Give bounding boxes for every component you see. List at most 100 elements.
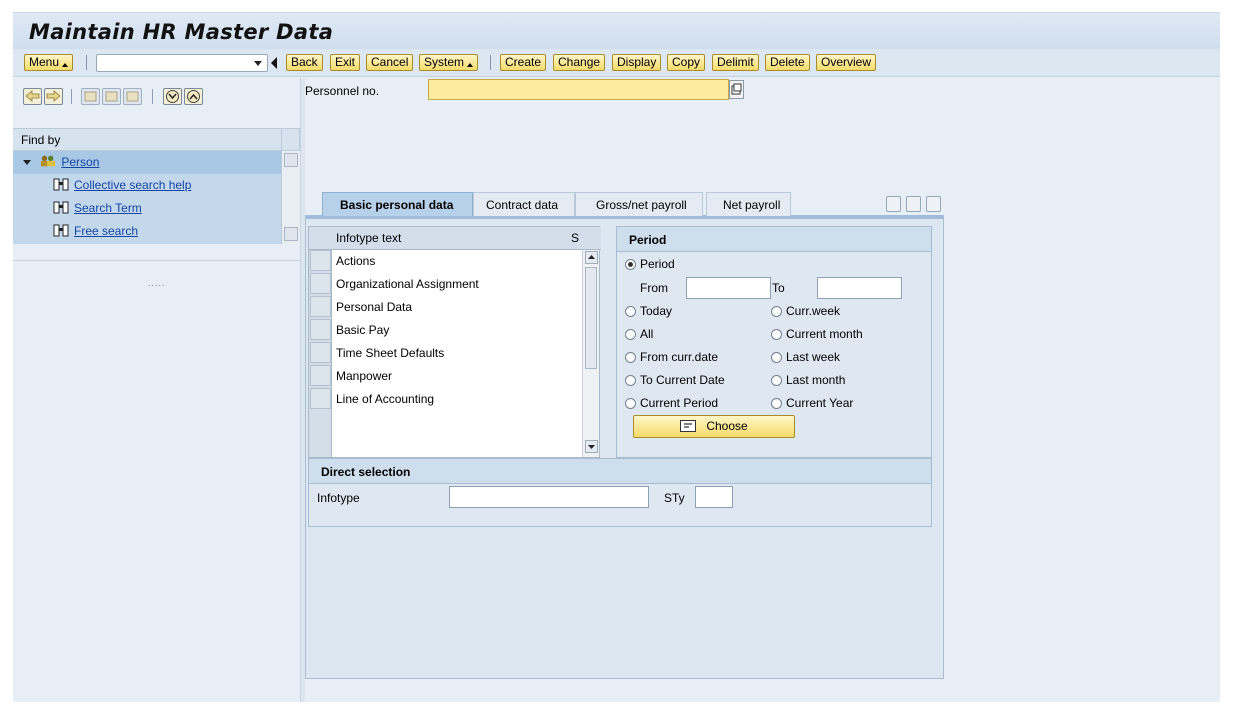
tree-label-free-search[interactable]: Free search (74, 224, 138, 238)
forward-arrow-icon[interactable] (44, 88, 63, 105)
scroll-up-icon[interactable] (585, 251, 598, 264)
tree-label-person[interactable]: Person (61, 155, 99, 169)
application-toolbar: Menu Back Exit Cancel System Create Chan… (13, 49, 1220, 77)
to-label: To (772, 281, 785, 295)
tab-gross-net-payroll[interactable]: Gross/net payroll (575, 192, 703, 216)
radio-last-week[interactable]: Last week (771, 348, 840, 366)
tree-item-collective-search[interactable]: Collective search help (53, 174, 191, 197)
radio-label: All (640, 327, 654, 341)
create-button[interactable]: Create (500, 54, 547, 71)
separator (152, 89, 153, 104)
tree-label-collective-search[interactable]: Collective search help (74, 178, 191, 192)
node-detail-icon[interactable] (123, 88, 142, 105)
radio-label: Last month (786, 373, 846, 387)
collapse-node-icon[interactable] (102, 88, 121, 105)
splitter-handle[interactable]: ..... (148, 278, 166, 288)
tree-label-search-term[interactable]: Search Term (74, 201, 142, 215)
radio-current-month[interactable]: Current month (771, 325, 863, 343)
table-row[interactable]: Organizational Assignment (336, 273, 479, 296)
row-selector[interactable] (310, 365, 331, 386)
radio-current-year[interactable]: Current Year (771, 394, 853, 412)
tab-basic-personal-data[interactable]: Basic personal data (322, 192, 473, 216)
radio-curr-week[interactable]: Curr.week (771, 302, 840, 320)
person-icon (41, 155, 56, 167)
back-button[interactable]: Back (286, 54, 323, 71)
exit-button[interactable]: Exit (330, 54, 361, 71)
table-row[interactable]: Line of Accounting (336, 388, 434, 411)
to-date-field[interactable] (817, 277, 902, 299)
overview-button[interactable]: Overview (816, 54, 877, 71)
row-selector[interactable] (310, 342, 331, 363)
radio-label: Curr.week (786, 304, 841, 318)
choose-button[interactable]: Choose (633, 415, 795, 438)
column-infotype-text[interactable]: Infotype text (336, 231, 401, 245)
system-label: System (424, 55, 465, 69)
radio-label: Period (640, 257, 675, 271)
system-arrow-icon (467, 63, 474, 67)
radio-to-current-date[interactable]: To Current Date (625, 371, 725, 389)
binoculars-icon (53, 224, 69, 237)
radio-today[interactable]: Today (625, 302, 672, 320)
period-group: Period Period From To Today All From cur… (616, 226, 932, 458)
row-selector-column (309, 250, 332, 457)
radio-period[interactable]: Period (625, 255, 675, 273)
row-selector[interactable] (310, 319, 331, 340)
radio-from-curr-date[interactable]: From curr.date (625, 348, 718, 366)
from-label: From (640, 281, 668, 295)
collapse-arrow-icon[interactable] (271, 57, 277, 69)
row-selector[interactable] (310, 273, 331, 294)
tab-net-payroll[interactable]: Net payroll (706, 192, 791, 216)
delimit-button[interactable]: Delimit (712, 54, 759, 71)
system-button[interactable]: System (419, 54, 479, 71)
scroll-up-icon[interactable] (284, 153, 298, 167)
from-date-field[interactable] (686, 277, 771, 299)
separator (71, 89, 72, 104)
table-row[interactable]: Actions (336, 250, 375, 273)
copy-button[interactable]: Copy (667, 54, 706, 71)
row-selector[interactable] (310, 250, 331, 271)
table-row[interactable]: Time Sheet Defaults (336, 342, 444, 365)
tab-list-icon[interactable] (926, 196, 941, 212)
delete-button[interactable]: Delete (765, 54, 810, 71)
expand-all-icon[interactable] (163, 88, 182, 105)
table-scrollbar[interactable] (582, 250, 599, 457)
collapse-all-icon[interactable] (184, 88, 203, 105)
back-arrow-icon[interactable] (23, 88, 42, 105)
table-row[interactable]: Personal Data (336, 296, 412, 319)
scroll-down-icon[interactable] (284, 227, 298, 241)
cancel-button[interactable]: Cancel (366, 54, 414, 71)
tab-last-icon[interactable] (906, 196, 921, 212)
menu-button[interactable]: Menu (24, 54, 74, 71)
direct-selection-header: Direct selection (309, 459, 931, 484)
scroll-thumb[interactable] (585, 267, 597, 369)
choose-label: Choose (706, 419, 748, 433)
display-button[interactable]: Display (612, 54, 662, 71)
table-row[interactable]: Basic Pay (336, 319, 389, 342)
infotype-input[interactable] (449, 486, 649, 508)
radio-all[interactable]: All (625, 325, 653, 343)
expand-node-icon[interactable] (81, 88, 100, 105)
tab-first-icon[interactable] (886, 196, 901, 212)
radio-icon (771, 306, 782, 317)
radio-last-month[interactable]: Last month (771, 371, 845, 389)
scroll-down-icon[interactable] (585, 440, 598, 453)
radio-label: Today (640, 304, 673, 318)
tree-scrollbar[interactable] (281, 151, 300, 244)
search-help-button[interactable] (729, 80, 744, 99)
subtype-input[interactable] (695, 486, 733, 508)
change-button[interactable]: Change (553, 54, 606, 71)
personnel-no-input[interactable] (428, 79, 729, 100)
radio-current-period[interactable]: Current Period (625, 394, 718, 412)
command-field[interactable] (96, 54, 268, 72)
row-selector[interactable] (310, 388, 331, 409)
tree-item-free-search[interactable]: Free search (53, 220, 138, 243)
column-s[interactable]: S (571, 231, 579, 245)
tree-node-person[interactable]: Person (23, 151, 99, 174)
table-row[interactable]: Manpower (336, 365, 392, 388)
row-selector[interactable] (310, 296, 331, 317)
period-header: Period (617, 227, 931, 252)
menu-label: Menu (29, 55, 60, 69)
tree-item-search-term[interactable]: Search Term (53, 197, 142, 220)
tab-contract-data[interactable]: Contract data (473, 192, 575, 216)
radio-label: To Current Date (640, 373, 725, 387)
